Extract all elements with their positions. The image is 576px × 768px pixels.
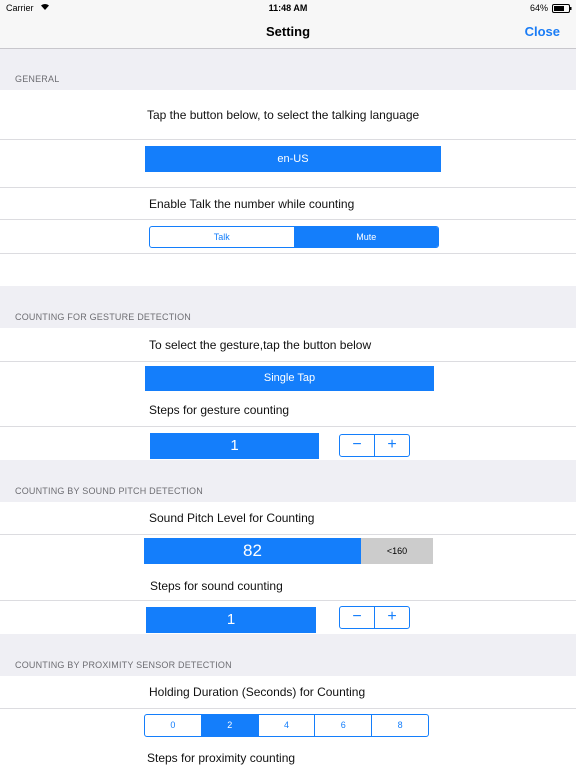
plus-icon[interactable]: + <box>374 435 409 456</box>
talk-prompt: Enable Talk the number while counting <box>149 197 355 211</box>
separator <box>0 534 576 535</box>
minus-icon[interactable]: − <box>340 607 374 628</box>
language-prompt: Tap the button below, to select the talk… <box>147 108 420 122</box>
separator <box>0 361 576 362</box>
duration-option[interactable]: 0 <box>145 715 201 736</box>
clock: 11:48 AM <box>268 3 308 13</box>
minus-icon[interactable]: − <box>340 435 374 456</box>
battery-percent: 64% <box>529 3 548 13</box>
sound-steps-label: Steps for sound counting <box>150 579 283 593</box>
separator <box>0 426 576 427</box>
separator <box>0 708 576 709</box>
sound-level-value: 82 <box>144 538 361 564</box>
duration-option[interactable]: 4 <box>257 715 315 736</box>
gesture-steps-stepper[interactable]: − + <box>339 434 410 457</box>
sound-steps-stepper[interactable]: − + <box>339 606 410 629</box>
sound-level-label: Sound Pitch Level for Counting <box>149 511 315 525</box>
talk-mute-segmented-control[interactable]: Talk Mute <box>149 226 439 248</box>
duration-option[interactable]: 6 <box>314 715 371 736</box>
duration-option[interactable]: 2 <box>200 715 258 736</box>
separator <box>0 253 576 254</box>
status-bar: Carrier 11:48 AM 64% <box>0 0 576 16</box>
gesture-select-button[interactable]: Single Tap <box>145 366 434 391</box>
proximity-section: Holding Duration (Seconds) for Counting … <box>0 676 576 768</box>
battery-icon <box>552 4 572 15</box>
page-title: Setting <box>265 24 311 39</box>
section-header-proximity: COUNTING BY PROXIMITY SENSOR DETECTION <box>15 660 232 670</box>
separator <box>0 187 576 188</box>
gesture-section: To select the gesture,tap the button bel… <box>0 328 576 460</box>
section-header-sound: COUNTING BY SOUND PITCH DETECTION <box>15 486 203 496</box>
gesture-steps-label: Steps for gesture counting <box>149 403 290 417</box>
separator <box>0 139 576 140</box>
proximity-steps-label: Steps for proximity counting <box>147 751 296 765</box>
navigation-bar: Setting Close <box>0 16 576 49</box>
plus-icon[interactable]: + <box>374 607 409 628</box>
segment-mute[interactable]: Mute <box>293 227 438 247</box>
section-header-general: GENERAL <box>15 74 60 84</box>
segment-talk[interactable]: Talk <box>150 227 294 247</box>
close-button[interactable]: Close <box>525 24 560 39</box>
general-section: Tap the button below, to select the talk… <box>0 90 576 286</box>
duration-segmented-control[interactable]: 0 2 4 6 8 <box>144 714 429 737</box>
gesture-prompt: To select the gesture,tap the button bel… <box>149 338 372 352</box>
duration-option[interactable]: 8 <box>371 715 428 736</box>
gesture-steps-value: 1 <box>150 433 319 459</box>
sound-section: Sound Pitch Level for Counting 82 <160 S… <box>0 502 576 634</box>
sound-level-threshold: <160 <box>361 538 433 564</box>
sound-steps-value: 1 <box>146 607 316 633</box>
section-header-gesture: COUNTING FOR GESTURE DETECTION <box>15 312 192 322</box>
language-button[interactable]: en-US <box>145 146 441 172</box>
separator <box>0 600 576 601</box>
separator <box>0 219 576 220</box>
duration-label: Holding Duration (Seconds) for Counting <box>149 685 366 699</box>
